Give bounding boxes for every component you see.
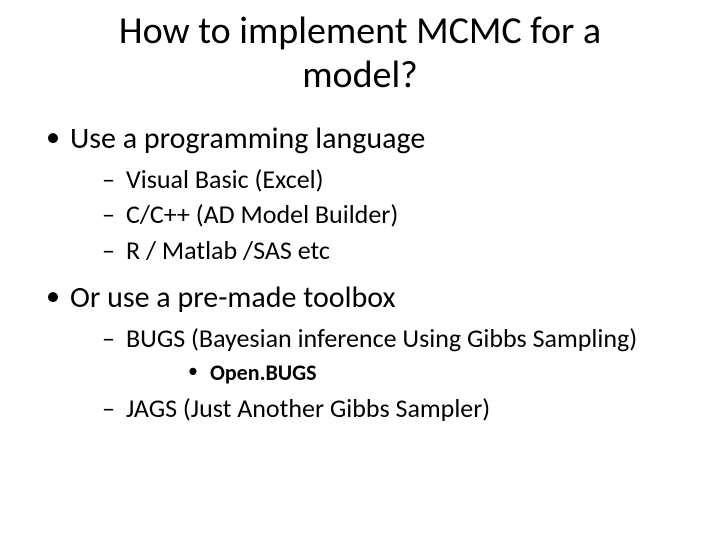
bullet-list: Use a programming language Visual Basic … <box>40 119 680 426</box>
list-item: C/C++ (AD Model Builder) <box>70 197 680 232</box>
list-item: Use a programming language Visual Basic … <box>40 119 680 267</box>
list-item: BUGS (Bayesian inference Using Gibbs Sam… <box>70 321 680 388</box>
bullet-text: BUGS (Bayesian inference Using Gibbs Sam… <box>126 322 637 354</box>
list-item: Visual Basic (Excel) <box>70 162 680 197</box>
bullet-text: JAGS (Just Another Gibbs Sampler) <box>126 392 490 424</box>
slide: How to implement MCMC for a model? Use a… <box>0 0 720 540</box>
bullet-text: Or use a pre-made toolbox <box>70 279 395 316</box>
list-item: JAGS (Just Another Gibbs Sampler) <box>70 391 680 426</box>
sub-sub-list: Open.BUGS <box>126 358 680 388</box>
slide-title: How to implement MCMC for a model? <box>60 10 660 97</box>
slide-content: Use a programming language Visual Basic … <box>0 119 720 426</box>
list-item: Or use a pre-made toolbox BUGS (Bayesian… <box>40 278 680 427</box>
bullet-text: Visual Basic (Excel) <box>126 163 324 195</box>
sub-list: Visual Basic (Excel) C/C++ (AD Model Bui… <box>70 162 680 267</box>
bullet-text: C/C++ (AD Model Builder) <box>126 198 398 230</box>
bullet-text: Open.BUGS <box>210 359 317 386</box>
list-item: Open.BUGS <box>126 358 680 388</box>
sub-list: BUGS (Bayesian inference Using Gibbs Sam… <box>70 321 680 427</box>
bullet-text: R / Matlab /SAS etc <box>126 234 330 266</box>
list-item: R / Matlab /SAS etc <box>70 233 680 268</box>
bullet-text: Use a programming language <box>70 120 425 157</box>
